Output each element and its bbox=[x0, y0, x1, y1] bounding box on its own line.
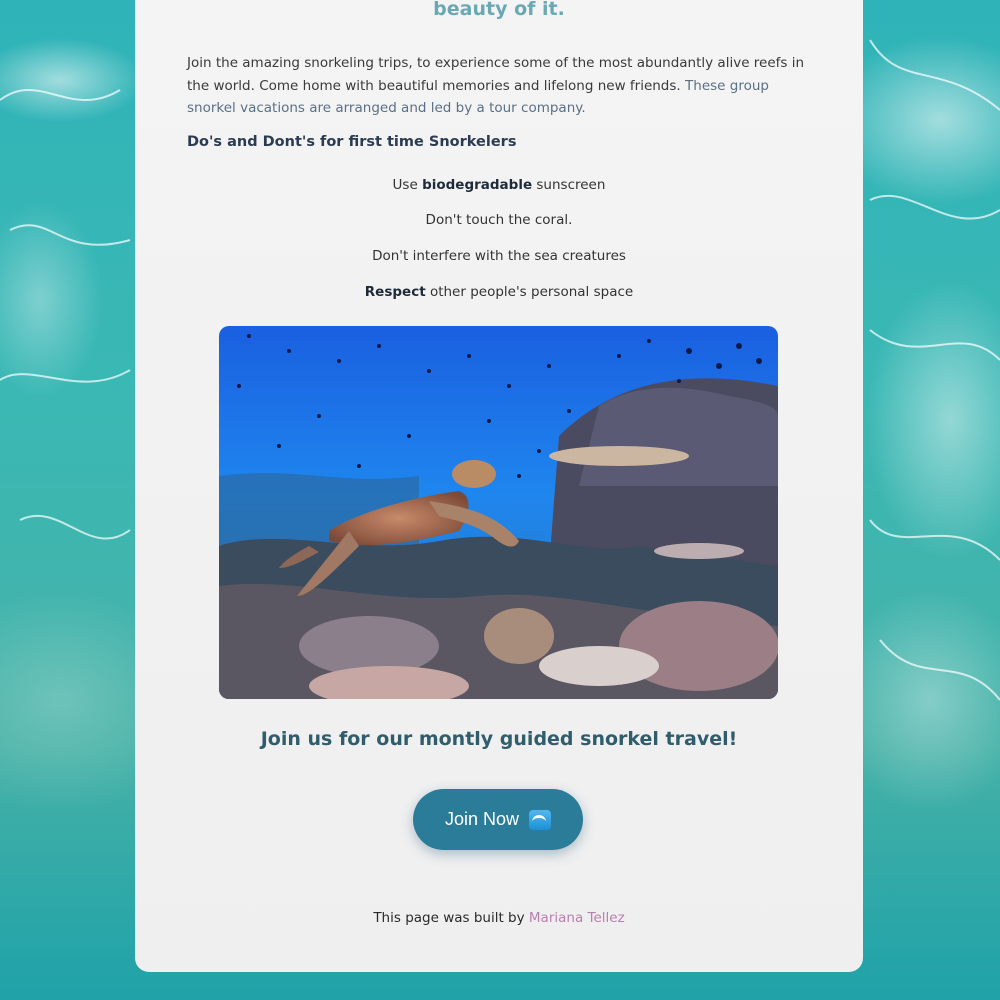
tip-text: Use bbox=[392, 177, 423, 193]
water-wave-icon bbox=[529, 809, 552, 830]
join-now-label: Join Now bbox=[444, 809, 520, 829]
sea-turtle-reef-photo bbox=[219, 326, 778, 699]
section-heading: beauty of it. bbox=[433, 0, 565, 20]
content-card: beauty of it. Join the amazing snorkelin… bbox=[135, 0, 863, 972]
tip-text: sunscreen bbox=[532, 177, 606, 193]
join-now-button[interactable]: Join Now bbox=[413, 789, 583, 850]
footer: This page was built by Mariana Tellez bbox=[135, 910, 863, 926]
tip-text: other people's personal space bbox=[425, 284, 634, 300]
dos-donts-heading: Do's and Dont's for first time Snorkeler… bbox=[187, 134, 517, 150]
tip-bold: Respect bbox=[364, 284, 426, 300]
tip-item: Respect other people's personal space bbox=[135, 284, 863, 300]
tip-text: Don't interfere with the sea creatures bbox=[372, 248, 626, 264]
tip-item: Use biodegradable sunscreen bbox=[135, 177, 863, 193]
tip-text: Don't touch the coral. bbox=[425, 212, 573, 228]
intro-paragraph: Join the amazing snorkeling trips, to ex… bbox=[187, 52, 817, 120]
author-link[interactable]: Mariana Tellez bbox=[529, 910, 625, 926]
tip-item: Don't touch the coral. bbox=[135, 212, 863, 228]
tip-bold: biodegradable bbox=[422, 177, 533, 193]
cta-heading: Join us for our montly guided snorkel tr… bbox=[260, 728, 738, 750]
tip-item: Don't interfere with the sea creatures bbox=[135, 248, 863, 264]
footer-text: This page was built by bbox=[373, 910, 529, 926]
